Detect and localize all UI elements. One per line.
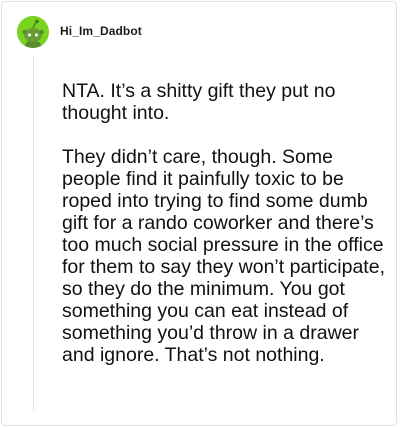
thread-collapse-line[interactable]: [33, 55, 34, 411]
comment-paragraph: They didn’t care, though. Some people fi…: [62, 146, 385, 366]
comment-body: NTA. It’s a shitty gift they put no thou…: [62, 80, 392, 366]
comment-author[interactable]: Hi_Im_Dadbot: [60, 24, 142, 38]
reddit-snoo-icon: [17, 16, 49, 48]
user-avatar[interactable]: [17, 16, 49, 48]
comment-paragraph: NTA. It’s a shitty gift they put no thou…: [62, 80, 336, 124]
